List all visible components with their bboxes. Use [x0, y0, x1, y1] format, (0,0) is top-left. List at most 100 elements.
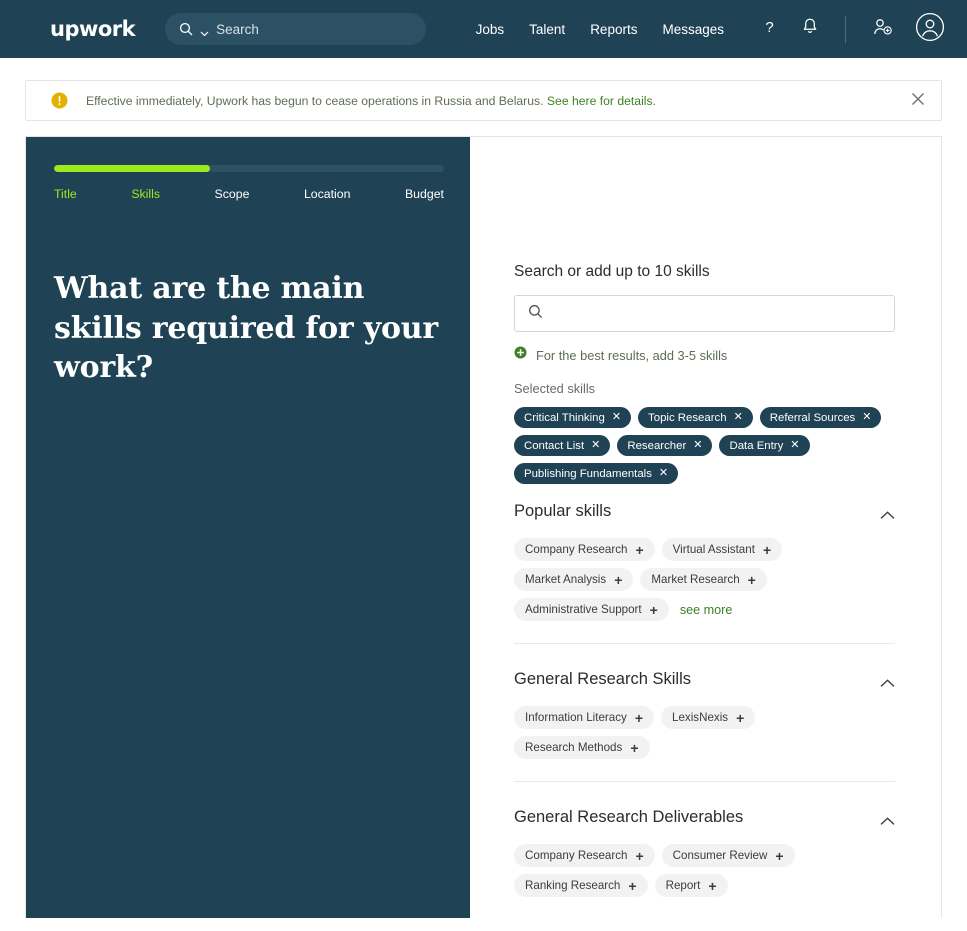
nav-item-talent[interactable]: Talent	[529, 22, 565, 37]
suggested-skill-label: Administrative Support	[525, 603, 642, 616]
account-avatar-icon[interactable]	[915, 12, 945, 47]
section-header[interactable]: General Research Skills	[514, 670, 895, 689]
suggested-skill-label: Company Research	[525, 849, 628, 862]
wizard-left-panel: Title Skills Scope Location Budget What …	[26, 137, 470, 918]
selected-skill-chip[interactable]: Critical Thinking ✕	[514, 407, 632, 428]
suggested-skill-chip[interactable]: Market Analysis +	[514, 568, 634, 591]
add-skill-icon[interactable]: +	[763, 543, 771, 557]
selected-skill-chip[interactable]: Contact List ✕	[514, 435, 611, 456]
wizard-step-location[interactable]: Location	[304, 187, 351, 201]
global-search-box[interactable]: Search	[165, 13, 426, 45]
suggested-skill-label: Virtual Assistant	[672, 543, 755, 556]
invite-user-icon[interactable]	[872, 17, 893, 42]
suggested-skill-chip[interactable]: Information Literacy +	[514, 706, 655, 729]
suggested-skill-chip[interactable]: LexisNexis +	[661, 706, 756, 729]
suggested-skill-chip[interactable]: Virtual Assistant +	[661, 538, 783, 561]
main-nav: Jobs Talent Reports Messages	[476, 22, 724, 37]
job-post-wizard-card: Title Skills Scope Location Budget What …	[25, 136, 942, 918]
suggested-skill-chip[interactable]: Consumer Review +	[661, 844, 795, 867]
suggested-skill-chip[interactable]: Administrative Support +	[514, 598, 669, 621]
suggested-skill-label: Information Literacy	[525, 711, 627, 724]
wizard-step-title[interactable]: Title	[54, 187, 77, 201]
wizard-step-budget[interactable]: Budget	[405, 187, 444, 201]
section-general-research-deliverables: General Research Deliverables Company Re…	[514, 781, 895, 919]
remove-skill-icon[interactable]: ✕	[693, 440, 702, 451]
chevron-up-icon[interactable]	[880, 813, 895, 825]
section-title: Popular skills	[514, 502, 612, 520]
banner-message-text: Effective immediately, Upwork has begun …	[86, 93, 544, 108]
wizard-step-scope[interactable]: Scope	[215, 187, 250, 201]
section-general-research-skills: General Research Skills Information Lite…	[514, 643, 895, 781]
section-chip-list: Company Research + Virtual Assistant + Marke…	[514, 538, 895, 621]
selected-skills-label: Selected skills	[514, 381, 596, 396]
suggested-skill-label: Research Methods	[525, 741, 623, 754]
skills-hint-text: For the best results, add 3-5 skills	[536, 347, 728, 363]
section-header[interactable]: General Research Deliverables	[514, 808, 895, 827]
wizard-right-panel: Search or add up to 10 skills For the be…	[470, 137, 941, 918]
search-input[interactable]: Search	[216, 22, 259, 37]
remove-skill-icon[interactable]: ✕	[612, 412, 621, 423]
search-icon	[528, 304, 543, 324]
add-skill-icon[interactable]: +	[614, 573, 622, 587]
suggested-skill-label: LexisNexis	[672, 711, 729, 724]
selected-skill-chip[interactable]: Referral Sources ✕	[759, 407, 882, 428]
add-skill-icon[interactable]: +	[736, 711, 744, 725]
add-skill-icon[interactable]: +	[635, 849, 643, 863]
selected-skill-chip[interactable]: Data Entry ✕	[719, 435, 810, 456]
see-more-link[interactable]: see more	[680, 603, 733, 617]
upwork-logo[interactable]: upwork	[50, 17, 136, 41]
remove-skill-icon[interactable]: ✕	[659, 468, 668, 479]
remove-skill-icon[interactable]: ✕	[790, 440, 799, 451]
selected-skill-label: Contact List	[524, 439, 585, 452]
selected-skill-chip[interactable]: Topic Research ✕	[638, 407, 753, 428]
add-skill-icon[interactable]: +	[630, 741, 638, 755]
selected-skill-label: Publishing Fundamentals	[524, 467, 652, 480]
suggested-skill-chip[interactable]: Research Methods +	[514, 736, 650, 759]
add-skill-icon[interactable]: +	[708, 879, 716, 893]
section-header[interactable]: Popular skills	[514, 502, 895, 521]
nav-item-reports[interactable]: Reports	[590, 22, 637, 37]
suggested-skill-chip[interactable]: Market Research +	[640, 568, 767, 591]
add-skill-icon[interactable]: +	[628, 879, 636, 893]
add-skill-icon[interactable]: +	[748, 573, 756, 587]
wizard-step-skills[interactable]: Skills	[131, 187, 160, 201]
chevron-up-icon[interactable]	[880, 675, 895, 687]
suggested-skill-chip[interactable]: Company Research +	[514, 844, 655, 867]
header-icon-group: ?	[760, 12, 945, 47]
close-icon[interactable]	[911, 92, 925, 109]
selected-skill-chip[interactable]: Publishing Fundamentals ✕	[514, 463, 679, 484]
chevron-up-icon[interactable]	[880, 507, 895, 519]
search-category-chevron-down-icon[interactable]	[200, 25, 209, 36]
wizard-steps: Title Skills Scope Location Budget	[54, 187, 444, 201]
remove-skill-icon[interactable]: ✕	[862, 412, 871, 423]
suggested-skill-label: Market Research	[651, 573, 740, 586]
add-skill-icon[interactable]: +	[635, 543, 643, 557]
nav-item-messages[interactable]: Messages	[662, 22, 724, 37]
section-chip-list: Company Research + Consumer Review + Ranking…	[514, 844, 895, 897]
wizard-progress-bar	[54, 165, 444, 172]
banner-details-link[interactable]: See here for details.	[547, 94, 656, 108]
add-skill-icon[interactable]: +	[635, 711, 643, 725]
nav-item-jobs[interactable]: Jobs	[476, 22, 505, 37]
skills-search-field[interactable]	[514, 295, 895, 332]
add-skill-icon[interactable]: +	[775, 849, 783, 863]
suggested-skill-label: Market Analysis	[525, 573, 607, 586]
warning-icon	[51, 92, 68, 109]
search-input[interactable]	[552, 306, 881, 321]
section-title: General Research Skills	[514, 670, 691, 688]
suggested-skill-label: Company Research	[525, 543, 628, 556]
selected-skill-chip[interactable]: Researcher ✕	[617, 435, 713, 456]
selected-skill-label: Topic Research	[648, 411, 727, 424]
header-divider	[845, 15, 846, 43]
remove-skill-icon[interactable]: ✕	[591, 440, 600, 451]
notifications-bell-icon[interactable]	[801, 17, 819, 41]
suggested-skill-chip[interactable]: Company Research +	[514, 538, 655, 561]
help-icon[interactable]: ?	[760, 17, 779, 41]
wizard-progress-fill	[54, 165, 210, 172]
remove-skill-icon[interactable]: ✕	[734, 412, 743, 423]
add-skill-icon[interactable]: +	[650, 603, 658, 617]
suggested-skill-chip[interactable]: Report +	[654, 874, 728, 897]
suggested-skill-chip[interactable]: Ranking Research +	[514, 874, 648, 897]
svg-text:?: ?	[765, 19, 773, 36]
skills-hint: For the best results, add 3-5 skills	[514, 346, 895, 364]
